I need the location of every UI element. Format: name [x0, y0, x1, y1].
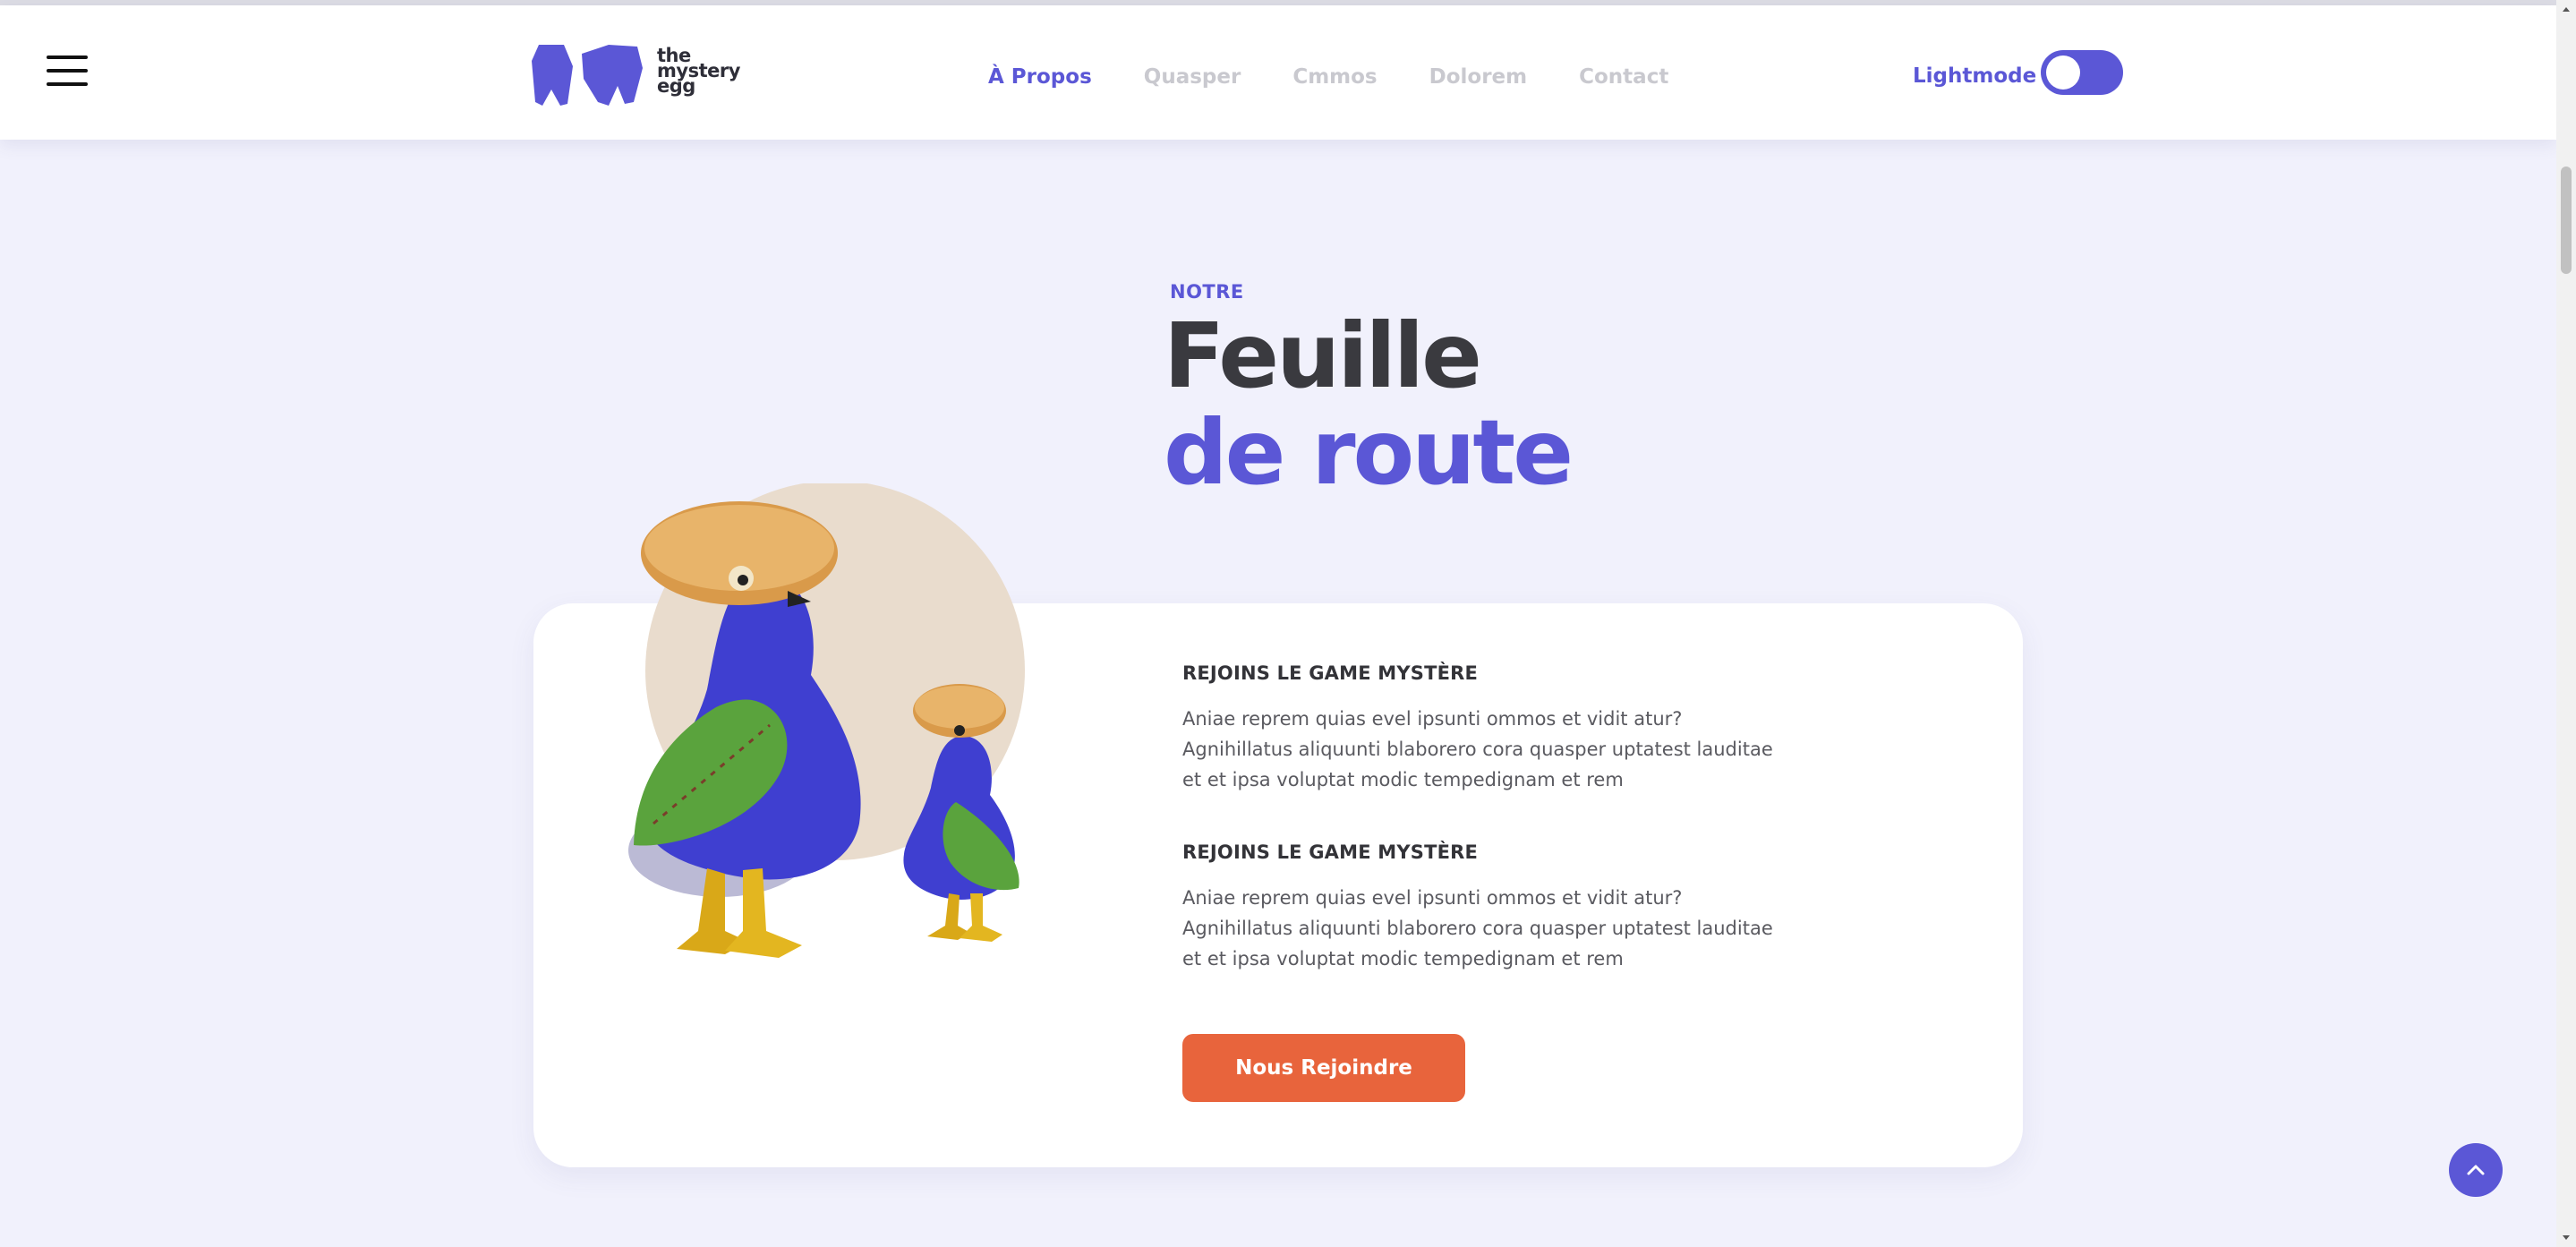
theme-mode-label: Lightmode	[1913, 64, 2037, 88]
nav-item-cmmos[interactable]: Cmmos	[1292, 65, 1377, 89]
theme-toggle[interactable]	[2041, 50, 2123, 95]
info-block: REJOINS LE GAME MYSTÈRE Aniae reprem qui…	[1182, 841, 1809, 974]
logo-wordmark: the mystery egg	[657, 47, 740, 96]
chevron-up-icon	[2467, 1165, 2485, 1175]
main-nav: À Propos Quasper Cmmos Dolorem Contact	[988, 63, 1668, 91]
nav-item-quasper[interactable]: Quasper	[1144, 65, 1241, 89]
block-heading: REJOINS LE GAME MYSTÈRE	[1182, 662, 1479, 684]
section-title-line1: Feuille	[1164, 303, 1482, 408]
scroll-to-top-button[interactable]	[2449, 1143, 2503, 1197]
card-content: REJOINS LE GAME MYSTÈRE Aniae reprem qui…	[1182, 662, 1809, 974]
section-title-line2: de route	[1164, 400, 1574, 505]
logo-mark-icon	[532, 45, 643, 106]
block-body: Aniae reprem quias evel ipsunti ommos et…	[1182, 708, 1773, 790]
section-kicker: NOTRE	[1170, 281, 1244, 303]
hamburger-menu-icon[interactable]	[47, 56, 88, 86]
info-block: REJOINS LE GAME MYSTÈRE Aniae reprem qui…	[1182, 662, 1809, 795]
nav-item-dolorem[interactable]: Dolorem	[1429, 65, 1528, 89]
scroll-up-arrow-icon[interactable]	[2563, 7, 2570, 12]
toggle-knob	[2046, 56, 2080, 90]
brand-logo[interactable]: the mystery egg	[532, 41, 746, 113]
page-scrollbar[interactable]	[2556, 0, 2576, 1247]
scroll-down-arrow-icon[interactable]	[2563, 1235, 2570, 1240]
scrollbar-thumb[interactable]	[2561, 167, 2572, 274]
nav-item-a-propos[interactable]: À Propos	[988, 65, 1092, 89]
site-header: the mystery egg À Propos Quasper Cmmos D…	[0, 5, 2556, 140]
block-heading: REJOINS LE GAME MYSTÈRE	[1182, 841, 1479, 863]
join-button[interactable]: Nous Rejoindre	[1182, 1034, 1465, 1102]
pigeon-illustration	[628, 483, 1025, 958]
block-body: Aniae reprem quias evel ipsunti ommos et…	[1182, 887, 1773, 969]
nav-item-contact[interactable]: Contact	[1579, 65, 1668, 89]
